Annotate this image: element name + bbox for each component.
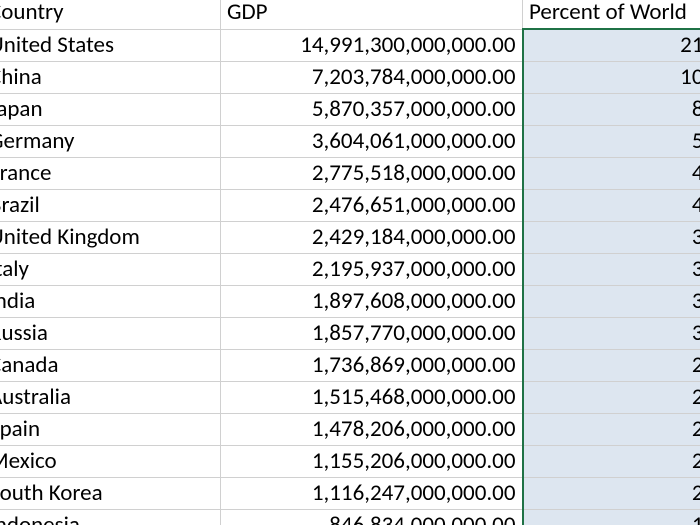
- cell-country[interactable]: Indonesia: [0, 510, 221, 525]
- table-row[interactable]: Australia1,515,468,000,000.002: [0, 382, 700, 414]
- cell-gdp[interactable]: 1,736,869,000,000.00: [221, 350, 523, 382]
- cell-country[interactable]: Japan: [0, 94, 221, 126]
- cell-percent[interactable]: 3: [523, 254, 700, 286]
- table-row[interactable]: Canada1,736,869,000,000.002: [0, 350, 700, 382]
- cell-country[interactable]: China: [0, 62, 221, 94]
- cell-gdp[interactable]: 846,834,000,000.00: [221, 510, 523, 525]
- table-row[interactable]: France2,775,518,000,000.004: [0, 158, 700, 190]
- cell-gdp[interactable]: 1,116,247,000,000.00: [221, 478, 523, 510]
- cell-country[interactable]: Spain: [0, 414, 221, 446]
- table-row[interactable]: United Kingdom2,429,184,000,000.003: [0, 222, 700, 254]
- cell-percent[interactable]: 21: [523, 29, 700, 62]
- cell-country[interactable]: Germany: [0, 126, 221, 158]
- cell-gdp[interactable]: 5,870,357,000,000.00: [221, 94, 523, 126]
- table-row[interactable]: Spain1,478,206,000,000.002: [0, 414, 700, 446]
- spreadsheet-sheet: Country GDP Percent of World United Stat…: [0, 0, 700, 525]
- table-row[interactable]: Mexico1,155,206,000,000.002: [0, 446, 700, 478]
- cell-country[interactable]: Australia: [0, 382, 221, 414]
- cell-percent[interactable]: 4: [523, 190, 700, 222]
- gdp-table[interactable]: Country GDP Percent of World United Stat…: [0, 0, 700, 525]
- cell-percent[interactable]: 8: [523, 94, 700, 126]
- cell-gdp[interactable]: 7,203,784,000,000.00: [221, 62, 523, 94]
- table-row[interactable]: Italy2,195,937,000,000.003: [0, 254, 700, 286]
- cell-gdp[interactable]: 2,195,937,000,000.00: [221, 254, 523, 286]
- cell-country[interactable]: Russia: [0, 318, 221, 350]
- cell-percent[interactable]: 3: [523, 222, 700, 254]
- cell-percent[interactable]: 2: [523, 414, 700, 446]
- cell-gdp[interactable]: 1,857,770,000,000.00: [221, 318, 523, 350]
- cell-gdp[interactable]: 1,515,468,000,000.00: [221, 382, 523, 414]
- table-row[interactable]: Russia1,857,770,000,000.003: [0, 318, 700, 350]
- cell-country[interactable]: United Kingdom: [0, 222, 221, 254]
- cell-percent[interactable]: 3: [523, 286, 700, 318]
- cell-gdp[interactable]: 14,991,300,000,000.00: [221, 29, 523, 62]
- cell-percent[interactable]: 2: [523, 382, 700, 414]
- table-row[interactable]: India1,897,608,000,000.003: [0, 286, 700, 318]
- cell-country[interactable]: Italy: [0, 254, 221, 286]
- table-row[interactable]: China7,203,784,000,000.0010: [0, 62, 700, 94]
- cell-percent[interactable]: 4: [523, 158, 700, 190]
- cell-gdp[interactable]: 2,775,518,000,000.00: [221, 158, 523, 190]
- table-row[interactable]: South Korea1,116,247,000,000.002: [0, 478, 700, 510]
- cell-country[interactable]: Canada: [0, 350, 221, 382]
- cell-country[interactable]: Brazil: [0, 190, 221, 222]
- table-row[interactable]: Brazil2,476,651,000,000.004: [0, 190, 700, 222]
- cell-percent[interactable]: 3: [523, 318, 700, 350]
- cell-percent[interactable]: 5: [523, 126, 700, 158]
- cell-percent[interactable]: 2: [523, 478, 700, 510]
- table-row[interactable]: Japan5,870,357,000,000.008: [0, 94, 700, 126]
- cell-gdp[interactable]: 1,897,608,000,000.00: [221, 286, 523, 318]
- cell-gdp[interactable]: 1,478,206,000,000.00: [221, 414, 523, 446]
- cell-country[interactable]: France: [0, 158, 221, 190]
- cell-percent[interactable]: 2: [523, 350, 700, 382]
- cell-country[interactable]: United States: [0, 29, 221, 62]
- cell-percent[interactable]: 2: [523, 446, 700, 478]
- cell-gdp[interactable]: 2,429,184,000,000.00: [221, 222, 523, 254]
- cell-country[interactable]: Mexico: [0, 446, 221, 478]
- header-pct[interactable]: Percent of World: [523, 0, 700, 29]
- table-row[interactable]: Germany3,604,061,000,000.005: [0, 126, 700, 158]
- cell-gdp[interactable]: 1,155,206,000,000.00: [221, 446, 523, 478]
- cell-gdp[interactable]: 3,604,061,000,000.00: [221, 126, 523, 158]
- header-row[interactable]: Country GDP Percent of World: [0, 0, 700, 29]
- header-country[interactable]: Country: [0, 0, 221, 29]
- table-row[interactable]: Indonesia846,834,000,000.001: [0, 510, 700, 525]
- table-row[interactable]: United States14,991,300,000,000.0021: [0, 29, 700, 62]
- cell-gdp[interactable]: 2,476,651,000,000.00: [221, 190, 523, 222]
- cell-country[interactable]: South Korea: [0, 478, 221, 510]
- cell-percent[interactable]: 1: [523, 510, 700, 525]
- cell-country[interactable]: India: [0, 286, 221, 318]
- header-gdp[interactable]: GDP: [221, 0, 523, 29]
- cell-percent[interactable]: 10: [523, 62, 700, 94]
